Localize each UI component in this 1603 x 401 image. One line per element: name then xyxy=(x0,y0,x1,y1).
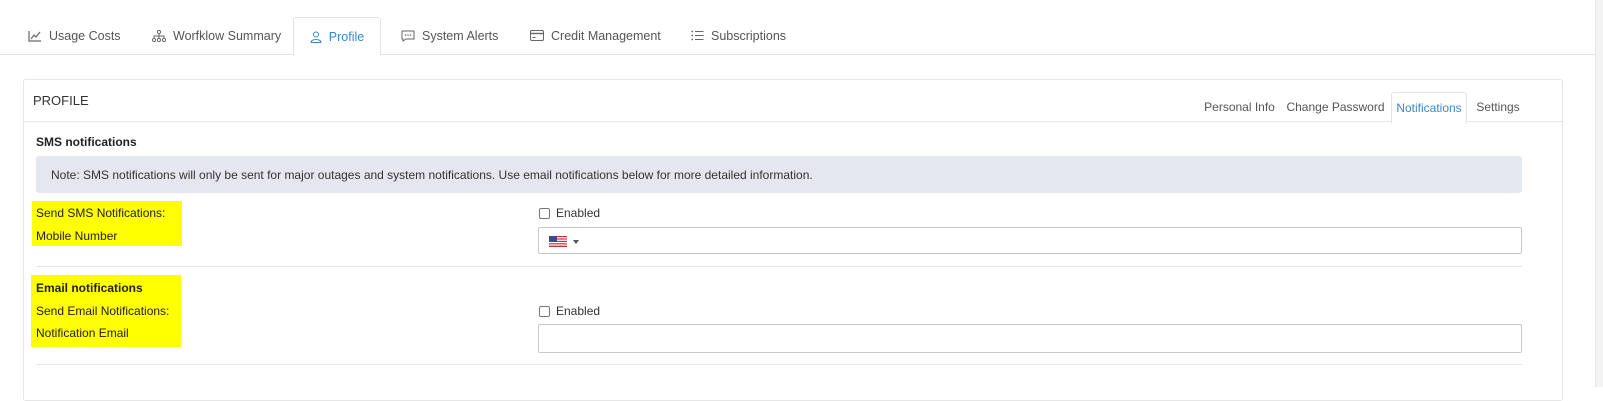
sms-enabled-checkbox[interactable] xyxy=(539,207,550,219)
email-enabled-label[interactable]: Enabled xyxy=(556,304,600,318)
tab-notifications[interactable]: Notifications xyxy=(1391,92,1467,124)
sitemap-icon xyxy=(152,29,166,42)
us-flag-icon[interactable] xyxy=(549,236,567,247)
panel-title: PROFILE xyxy=(33,93,89,108)
tab-label: Credit Management xyxy=(551,28,661,43)
tab-change-password[interactable]: Change Password xyxy=(1284,92,1387,122)
comment-dots-icon xyxy=(401,30,415,42)
sms-enabled-row: Enabled xyxy=(539,206,600,220)
main-tab-bar: Usage Costs Worfklow Summary Profile Sys… xyxy=(0,0,1596,56)
divider xyxy=(36,266,1522,267)
tab-label: Worfklow Summary xyxy=(173,28,282,43)
user-icon xyxy=(310,31,322,43)
profile-panel: PROFILE Personal Info Change Password No… xyxy=(23,79,1563,401)
divider xyxy=(36,364,1522,365)
mobile-number-label: Mobile Number xyxy=(36,229,118,243)
tab-settings[interactable]: Settings xyxy=(1469,92,1527,122)
chart-line-icon xyxy=(28,30,42,42)
tab-personal-info[interactable]: Personal Info xyxy=(1197,92,1282,122)
send-sms-label: Send SMS Notifications: xyxy=(36,206,166,220)
tab-label: Subscriptions xyxy=(711,28,787,43)
chevron-down-icon[interactable] xyxy=(573,240,579,244)
email-section-title: Email notifications xyxy=(36,281,143,295)
sms-enabled-label[interactable]: Enabled xyxy=(556,206,600,220)
scrollbar[interactable] xyxy=(1595,0,1603,387)
list-icon xyxy=(691,30,704,41)
tab-profile[interactable]: Profile xyxy=(293,17,381,56)
mobile-number-input[interactable] xyxy=(538,227,1522,254)
tab-label: System Alerts xyxy=(422,28,499,43)
tab-label: Usage Costs xyxy=(49,28,121,43)
tab-label: Profile xyxy=(328,29,365,44)
tab-workflow-summary[interactable]: Worfklow Summary xyxy=(152,17,281,54)
tab-usage-costs[interactable]: Usage Costs xyxy=(28,17,121,54)
notification-email-label: Notification Email xyxy=(36,326,129,340)
email-enabled-row: Enabled xyxy=(539,304,600,318)
send-email-label: Send Email Notifications: xyxy=(36,304,170,318)
email-enabled-checkbox[interactable] xyxy=(539,305,550,317)
sms-note: Note: SMS notifications will only be sen… xyxy=(36,156,1522,193)
credit-card-icon xyxy=(530,30,544,41)
tab-credit-management[interactable]: Credit Management xyxy=(530,17,661,54)
tab-system-alerts[interactable]: System Alerts xyxy=(401,17,498,54)
tab-subscriptions[interactable]: Subscriptions xyxy=(691,17,786,54)
notification-email-input[interactable] xyxy=(538,324,1522,353)
sms-section-title: SMS notifications xyxy=(36,135,137,149)
